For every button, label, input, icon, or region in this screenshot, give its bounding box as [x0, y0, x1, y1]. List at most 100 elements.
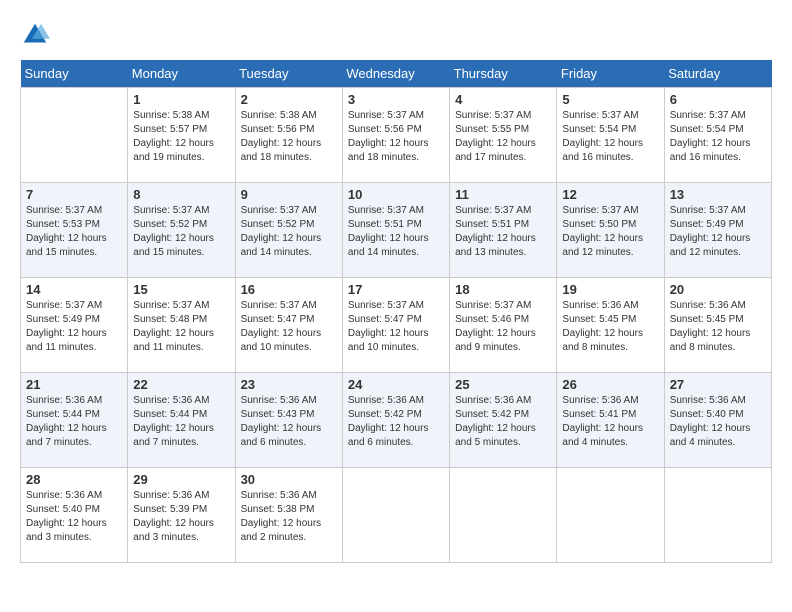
day-info: Sunrise: 5:36 AM Sunset: 5:40 PM Dayligh…	[670, 394, 766, 450]
day-info: Sunrise: 5:37 AM Sunset: 5:47 PM Dayligh…	[348, 299, 444, 355]
day-info: Sunrise: 5:37 AM Sunset: 5:54 PM Dayligh…	[562, 109, 658, 165]
calendar-cell: 28Sunrise: 5:36 AM Sunset: 5:40 PM Dayli…	[21, 468, 128, 563]
day-info: Sunrise: 5:36 AM Sunset: 5:39 PM Dayligh…	[133, 489, 229, 545]
day-number: 7	[26, 187, 122, 202]
day-info: Sunrise: 5:37 AM Sunset: 5:51 PM Dayligh…	[455, 204, 551, 260]
day-number: 14	[26, 282, 122, 297]
day-number: 1	[133, 92, 229, 107]
day-info: Sunrise: 5:36 AM Sunset: 5:41 PM Dayligh…	[562, 394, 658, 450]
calendar-cell: 19 Sunrise: 5:36 AM Sunset: 5:45 PM Dayli…	[557, 278, 664, 373]
calendar-cell: 20 Sunrise: 5:36 AM Sunset: 5:45 PM Dayli…	[664, 278, 771, 373]
day-info: Sunrise: 5:36 AM Sunset: 5:45 PM Dayligh…	[670, 299, 766, 355]
day-info: Sunrise: 5:36 AM Sunset: 5:43 PM Dayligh…	[241, 394, 337, 450]
day-info: Sunrise: 5:38 AM Sunset: 5:56 PM Dayligh…	[241, 109, 337, 165]
header-tuesday: Tuesday	[235, 60, 342, 88]
calendar-cell: 26 Sunrise: 5:36 AM Sunset: 5:41 PM Dayli…	[557, 373, 664, 468]
calendar-cell: 27 Sunrise: 5:36 AM Sunset: 5:40 PM Dayli…	[664, 373, 771, 468]
day-info: Sunrise: 5:36 AM Sunset: 5:42 PM Dayligh…	[348, 394, 444, 450]
day-number: 20	[670, 282, 766, 297]
day-number: 25	[455, 377, 551, 392]
day-info: Sunrise: 5:38 AM Sunset: 5:57 PM Dayligh…	[133, 109, 229, 165]
week-row-1: 1 Sunrise: 5:38 AM Sunset: 5:57 PM Daylig…	[21, 88, 772, 183]
calendar-cell: 9 Sunrise: 5:37 AM Sunset: 5:52 PM Daylig…	[235, 183, 342, 278]
calendar-header: SundayMondayTuesdayWednesdayThursdayFrid…	[21, 60, 772, 88]
calendar-cell: 4Sunrise: 5:37 AM Sunset: 5:55 PM Daylig…	[450, 88, 557, 183]
day-info: Sunrise: 5:37 AM Sunset: 5:52 PM Dayligh…	[241, 204, 337, 260]
day-number: 9	[241, 187, 337, 202]
day-info: Sunrise: 5:36 AM Sunset: 5:44 PM Dayligh…	[133, 394, 229, 450]
day-info: Sunrise: 5:37 AM Sunset: 5:53 PM Dayligh…	[26, 204, 122, 260]
calendar-cell	[664, 468, 771, 563]
day-info: Sunrise: 5:37 AM Sunset: 5:49 PM Dayligh…	[26, 299, 122, 355]
day-number: 23	[241, 377, 337, 392]
calendar-body: 1 Sunrise: 5:38 AM Sunset: 5:57 PM Daylig…	[21, 88, 772, 563]
day-info: Sunrise: 5:37 AM Sunset: 5:51 PM Dayligh…	[348, 204, 444, 260]
day-number: 10	[348, 187, 444, 202]
day-number: 16	[241, 282, 337, 297]
calendar-cell: 12Sunrise: 5:37 AM Sunset: 5:50 PM Dayli…	[557, 183, 664, 278]
logo	[20, 20, 54, 50]
page-header	[20, 20, 772, 50]
day-info: Sunrise: 5:37 AM Sunset: 5:52 PM Dayligh…	[133, 204, 229, 260]
day-number: 18	[455, 282, 551, 297]
calendar-cell: 22Sunrise: 5:36 AM Sunset: 5:44 PM Dayli…	[128, 373, 235, 468]
header-sunday: Sunday	[21, 60, 128, 88]
day-number: 11	[455, 187, 551, 202]
calendar-cell: 24 Sunrise: 5:36 AM Sunset: 5:42 PM Dayli…	[342, 373, 449, 468]
day-number: 13	[670, 187, 766, 202]
day-number: 19	[562, 282, 658, 297]
calendar-cell: 7 Sunrise: 5:37 AM Sunset: 5:53 PM Daylig…	[21, 183, 128, 278]
calendar-cell: 10 Sunrise: 5:37 AM Sunset: 5:51 PM Dayli…	[342, 183, 449, 278]
calendar-cell	[450, 468, 557, 563]
calendar-cell: 17 Sunrise: 5:37 AM Sunset: 5:47 PM Dayli…	[342, 278, 449, 373]
day-info: Sunrise: 5:37 AM Sunset: 5:49 PM Dayligh…	[670, 204, 766, 260]
header-thursday: Thursday	[450, 60, 557, 88]
day-number: 30	[241, 472, 337, 487]
day-number: 27	[670, 377, 766, 392]
calendar-cell: 16 Sunrise: 5:37 AM Sunset: 5:47 PM Dayli…	[235, 278, 342, 373]
day-info: Sunrise: 5:36 AM Sunset: 5:40 PM Dayligh…	[26, 489, 122, 545]
day-number: 5	[562, 92, 658, 107]
day-info: Sunrise: 5:37 AM Sunset: 5:47 PM Dayligh…	[241, 299, 337, 355]
day-number: 2	[241, 92, 337, 107]
calendar-cell: 23 Sunrise: 5:36 AM Sunset: 5:43 PM Dayli…	[235, 373, 342, 468]
day-info: Sunrise: 5:37 AM Sunset: 5:50 PM Dayligh…	[562, 204, 658, 260]
calendar-cell	[342, 468, 449, 563]
calendar-cell: 6Sunrise: 5:37 AM Sunset: 5:54 PM Daylig…	[664, 88, 771, 183]
day-info: Sunrise: 5:37 AM Sunset: 5:48 PM Dayligh…	[133, 299, 229, 355]
calendar-cell: 13 Sunrise: 5:37 AM Sunset: 5:49 PM Dayli…	[664, 183, 771, 278]
logo-icon	[20, 20, 50, 50]
calendar-table: SundayMondayTuesdayWednesdayThursdayFrid…	[20, 60, 772, 563]
day-number: 21	[26, 377, 122, 392]
calendar-cell: 11 Sunrise: 5:37 AM Sunset: 5:51 PM Dayli…	[450, 183, 557, 278]
calendar-cell: 2 Sunrise: 5:38 AM Sunset: 5:56 PM Daylig…	[235, 88, 342, 183]
day-info: Sunrise: 5:36 AM Sunset: 5:42 PM Dayligh…	[455, 394, 551, 450]
day-number: 4	[455, 92, 551, 107]
header-monday: Monday	[128, 60, 235, 88]
day-info: Sunrise: 5:36 AM Sunset: 5:44 PM Dayligh…	[26, 394, 122, 450]
calendar-cell: 1 Sunrise: 5:38 AM Sunset: 5:57 PM Daylig…	[128, 88, 235, 183]
day-number: 26	[562, 377, 658, 392]
calendar-cell: 25 Sunrise: 5:36 AM Sunset: 5:42 PM Dayli…	[450, 373, 557, 468]
week-row-3: 14 Sunrise: 5:37 AM Sunset: 5:49 PM Dayli…	[21, 278, 772, 373]
day-number: 8	[133, 187, 229, 202]
calendar-cell: 21 Sunrise: 5:36 AM Sunset: 5:44 PM Dayli…	[21, 373, 128, 468]
header-saturday: Saturday	[664, 60, 771, 88]
day-number: 6	[670, 92, 766, 107]
day-info: Sunrise: 5:37 AM Sunset: 5:46 PM Dayligh…	[455, 299, 551, 355]
calendar-cell: 29Sunrise: 5:36 AM Sunset: 5:39 PM Dayli…	[128, 468, 235, 563]
day-info: Sunrise: 5:37 AM Sunset: 5:56 PM Dayligh…	[348, 109, 444, 165]
calendar-cell	[21, 88, 128, 183]
calendar-cell: 3 Sunrise: 5:37 AM Sunset: 5:56 PM Daylig…	[342, 88, 449, 183]
day-number: 24	[348, 377, 444, 392]
calendar-cell: 8 Sunrise: 5:37 AM Sunset: 5:52 PM Daylig…	[128, 183, 235, 278]
day-info: Sunrise: 5:36 AM Sunset: 5:45 PM Dayligh…	[562, 299, 658, 355]
day-number: 15	[133, 282, 229, 297]
day-info: Sunrise: 5:36 AM Sunset: 5:38 PM Dayligh…	[241, 489, 337, 545]
calendar-cell: 15 Sunrise: 5:37 AM Sunset: 5:48 PM Dayli…	[128, 278, 235, 373]
calendar-cell: 30 Sunrise: 5:36 AM Sunset: 5:38 PM Dayli…	[235, 468, 342, 563]
day-number: 3	[348, 92, 444, 107]
calendar-cell: 14 Sunrise: 5:37 AM Sunset: 5:49 PM Dayli…	[21, 278, 128, 373]
day-number: 17	[348, 282, 444, 297]
calendar-cell: 5 Sunrise: 5:37 AM Sunset: 5:54 PM Daylig…	[557, 88, 664, 183]
